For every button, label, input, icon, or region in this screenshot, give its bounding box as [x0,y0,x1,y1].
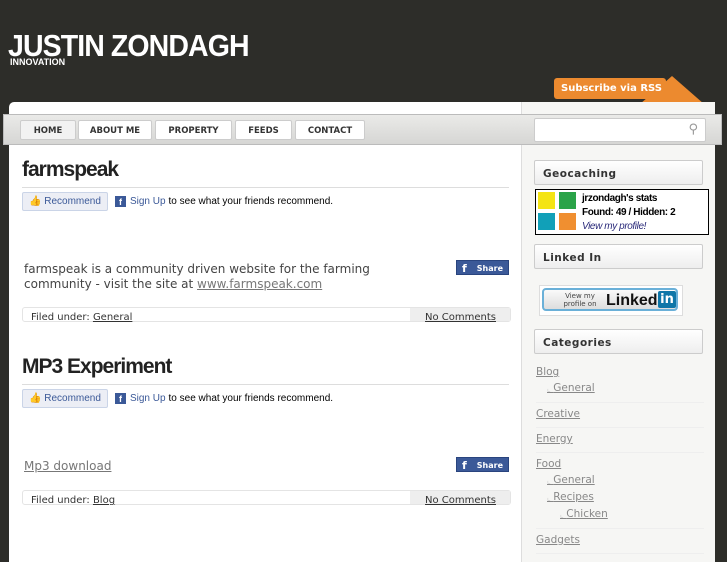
category-food[interactable]: Food [536,456,704,472]
filed-under-label: Filed under: [31,495,90,506]
category-food-general[interactable]: General [536,472,704,489]
fb-recommend-row: 👍 Recommend f Sign Up to see what your f… [22,191,509,211]
widget-title-categories: Categories [534,329,703,354]
subscribe-rss-button[interactable]: Subscribe via RSS [554,78,666,99]
nav-about-me[interactable]: ABOUT ME [78,120,152,140]
category-energy[interactable]: Energy [536,431,704,447]
post-meta: Filed under: Blog No Comments [22,490,511,506]
geocache-mystery-icon [538,213,555,230]
widget-title-linkedin: Linked In [534,244,703,269]
facebook-icon: f [114,195,126,207]
filed-under-label: Filed under: [31,312,90,323]
post: MP3 Experiment 👍 Recommend f Sign Up to … [22,355,511,525]
linkedin-profile-button[interactable]: View my profile on Linked in [539,285,683,316]
post-meta: Filed under: General No Comments [22,307,511,323]
fb-share-button[interactable]: f Share [456,260,509,275]
post-title[interactable]: farmspeak [22,158,509,188]
post-title[interactable]: MP3 Experiment [22,355,509,385]
category-link[interactable]: General [93,312,132,323]
mp3-download-link[interactable]: Mp3 download [24,459,111,473]
fb-share-button[interactable]: f Share [456,457,509,472]
category-recipes-chicken[interactable]: Chicken [536,506,704,523]
geocache-flag-icon [559,213,576,230]
main-nav: HOME ABOUT ME PROPERTY FEEDS CONTACT ⚲ [3,114,722,145]
linkedin-small-text: View my profile on [563,292,597,308]
geocaching-stats-title: jrzondagh's stats [582,193,658,204]
nav-feeds[interactable]: FEEDS [235,120,292,140]
search-input[interactable]: ⚲ [534,118,706,142]
geocaching-found: Found: 49 / Hidden: 2 [582,207,676,218]
signup-text: to see what your friends recommend. [168,195,334,207]
linkedin-logo-text: Linked [606,292,658,309]
category-creative[interactable]: Creative [536,406,704,422]
post: farmspeak 👍 Recommend f Sign Up to see w… [22,158,511,328]
facebook-icon: f [462,459,467,472]
share-label: Share [476,264,503,273]
category-blog-general[interactable]: General [536,380,704,397]
recommend-label: Recommend [44,392,101,404]
recommend-button[interactable]: 👍 Recommend [22,191,108,211]
farmspeak-link[interactable]: www.farmspeak.com [197,277,322,291]
share-label: Share [476,461,503,470]
search-icon[interactable]: ⚲ [688,122,698,137]
linkedin-in-icon: in [658,291,676,308]
facebook-icon: f [462,262,467,275]
comments-link[interactable]: No Comments [425,312,496,323]
site-tagline: INNOVATION [10,57,66,67]
post-body: Mp3 download [24,459,434,474]
category-link[interactable]: Blog [93,495,115,506]
signup-link[interactable]: Sign Up [130,393,166,404]
geocache-multi-icon [559,192,576,209]
signup-text: to see what your friends recommend. [168,392,334,404]
category-food-recipes[interactable]: Recipes [536,489,704,506]
categories-list: BlogGeneral Creative Energy FoodGeneralR… [536,361,704,554]
nav-property[interactable]: PROPERTY [155,120,232,140]
recommend-button[interactable]: 👍 Recommend [22,388,108,408]
nav-contact[interactable]: CONTACT [295,120,365,140]
fb-recommend-row: 👍 Recommend f Sign Up to see what your f… [22,388,509,408]
post-body: farmspeak is a community driven website … [24,262,434,292]
facebook-icon: f [114,392,126,404]
category-blog[interactable]: Blog [536,364,704,380]
nav-home[interactable]: HOME [20,120,76,140]
view-profile-link[interactable]: View my profile! [582,221,646,232]
comments-link[interactable]: No Comments [425,495,496,506]
widget-title-geocaching: Geocaching [534,160,703,185]
category-gadgets[interactable]: Gadgets [536,532,704,548]
geocache-traditional-icon [538,192,555,209]
linkedin-badge: View my profile on Linked in [542,288,678,311]
signup-link[interactable]: Sign Up [130,196,166,207]
geocaching-badge[interactable]: jrzondagh's stats Found: 49 / Hidden: 2 … [535,189,709,235]
recommend-label: Recommend [44,195,101,207]
